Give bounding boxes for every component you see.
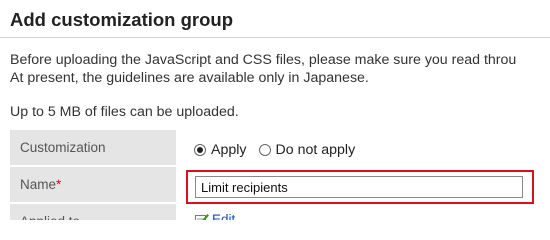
intro-line-2: At present, the guidelines are available… [10,70,369,86]
apply-radio[interactable] [194,144,206,156]
edit-link-label[interactable]: Edit [212,212,235,220]
do-not-apply-radio-label: Do not apply [275,142,356,158]
applied-to-row: Applied to Edit [10,204,550,220]
apply-radio-label: Apply [211,142,247,158]
edit-icon [195,213,209,220]
do-not-apply-radio[interactable] [258,144,271,156]
name-label-text: Name [20,177,57,192]
customization-radio-group: Apply Do not apply [194,142,367,158]
customization-row: Customization Apply Do not apply [10,130,550,166]
intro-text: Before uploading the JavaScript and CSS … [10,51,516,87]
form-table: Customization Apply Do not apply Name* A… [10,130,550,220]
title-divider [0,37,550,38]
intro-line-1: Before uploading the JavaScript and CSS … [10,52,517,68]
name-row: Name* [10,167,550,204]
radio-option-apply[interactable]: Apply [194,142,247,158]
name-label: Name* [10,167,176,203]
customization-label: Customization [10,130,176,166]
applied-to-label: Applied to [10,204,176,220]
page-title: Add customization group [10,9,234,30]
required-mark: * [56,177,62,192]
upload-limit-text: Up to 5 MB of files can be uploaded. [10,104,239,120]
radio-option-do-not-apply[interactable]: Do not apply [258,142,356,158]
name-input[interactable] [195,176,523,198]
edit-link[interactable]: Edit [195,212,235,220]
